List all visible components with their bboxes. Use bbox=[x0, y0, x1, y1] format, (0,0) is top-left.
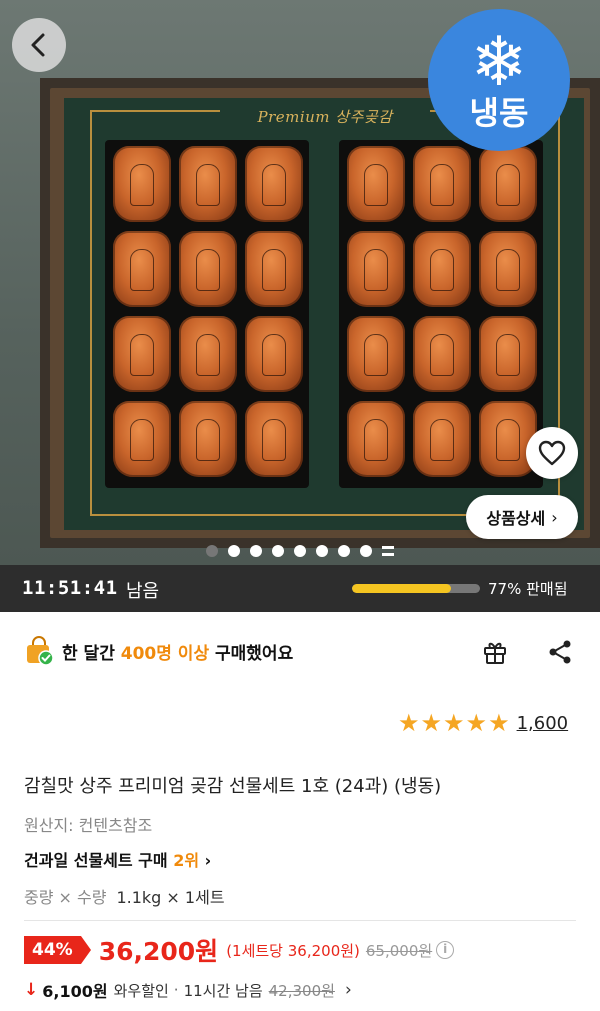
product-detail-label: 상품상세 bbox=[486, 509, 546, 528]
price-row: 44% 36,200원 (1세트당 36,200원) 65,000원 i bbox=[24, 933, 455, 967]
persimmon-item bbox=[479, 316, 537, 392]
carousel-dot[interactable] bbox=[360, 545, 372, 557]
persimmon-item bbox=[179, 401, 237, 477]
shopping-bag-check-icon bbox=[27, 636, 54, 666]
sold-progress-fill bbox=[352, 584, 451, 593]
wow-time-left: 11시간 남음 bbox=[183, 981, 263, 1000]
back-button[interactable] bbox=[12, 18, 66, 72]
persimmon-item bbox=[413, 231, 471, 307]
unit-price: (1세트당 36,200원) bbox=[226, 941, 360, 960]
info-icon[interactable]: i bbox=[436, 941, 455, 959]
heart-icon bbox=[538, 440, 566, 466]
star-icon: ★ bbox=[488, 709, 510, 737]
carousel-dot[interactable] bbox=[272, 545, 284, 557]
gift-box-brand-banner: Premium 상주곶감 bbox=[220, 103, 430, 131]
wow-discount-amount: 6,100원 bbox=[42, 982, 108, 1001]
option-value: 1.1kg × 1세트 bbox=[116, 888, 225, 907]
sale-price: 36,200원 bbox=[98, 937, 219, 966]
persimmon-item bbox=[347, 231, 405, 307]
star-icon: ★ bbox=[465, 709, 488, 737]
wow-separator: · bbox=[173, 981, 179, 999]
category-rank-value: 2위 bbox=[173, 851, 200, 870]
timer-remaining-label: 남음 bbox=[126, 581, 160, 602]
persimmon-tray-right bbox=[339, 140, 543, 488]
persimmon-item bbox=[347, 316, 405, 392]
persimmon-item bbox=[245, 146, 303, 222]
persimmon-item bbox=[179, 231, 237, 307]
carousel-dot[interactable] bbox=[338, 545, 350, 557]
timer-countdown: 11:51:41 bbox=[22, 577, 118, 599]
persimmon-item bbox=[479, 146, 537, 222]
purchase-count-prefix: 한 달간 bbox=[62, 643, 121, 664]
star-icon: ★ bbox=[420, 709, 443, 737]
persimmon-item bbox=[179, 316, 237, 392]
share-icon[interactable] bbox=[547, 639, 573, 665]
persimmon-item bbox=[245, 316, 303, 392]
gift-box-brand-text: Premium 상주곶감 bbox=[257, 108, 393, 126]
persimmon-item bbox=[347, 401, 405, 477]
persimmon-item bbox=[245, 401, 303, 477]
purchase-count-suffix: 구매했어요 bbox=[209, 643, 294, 664]
purchase-count-highlight: 400명 이상 bbox=[120, 643, 210, 664]
original-price: 65,000원 bbox=[365, 941, 433, 960]
wow-original-price: 42,300원 bbox=[268, 981, 335, 1000]
chevron-left-icon bbox=[31, 33, 45, 57]
persimmon-item bbox=[413, 146, 471, 222]
carousel-dot[interactable] bbox=[228, 545, 240, 557]
chevron-right-icon: › bbox=[344, 980, 352, 1000]
persimmon-item bbox=[413, 401, 471, 477]
product-title: 감칠맛 상주 프리미엄 곶감 선물세트 1호 (24과) (냉동) bbox=[24, 776, 442, 797]
product-image-carousel[interactable]: Premium 상주곶감 ❄ 냉동 상품상세 › bbox=[0, 0, 600, 565]
arrow-down-icon: ↓ bbox=[24, 980, 39, 1000]
snowflake-icon: ❄ bbox=[470, 23, 528, 102]
persimmon-item bbox=[245, 231, 303, 307]
option-label: 중량 × 수량 bbox=[24, 888, 107, 907]
sold-percent-text: 77% 판매됨 bbox=[488, 580, 568, 598]
persimmon-item bbox=[113, 316, 171, 392]
wow-discount-label: 와우할인 bbox=[113, 981, 169, 1000]
persimmon-item bbox=[113, 401, 171, 477]
persimmon-item bbox=[113, 231, 171, 307]
category-rank-prefix: 건과일 선물세트 구매 bbox=[24, 851, 174, 870]
purchase-count-text: 한 달간 400명 이상 구매했어요 bbox=[62, 639, 293, 664]
discount-badge: 44% bbox=[24, 936, 91, 964]
gift-icon[interactable] bbox=[482, 639, 508, 665]
persimmon-item bbox=[413, 316, 471, 392]
wishlist-button[interactable] bbox=[526, 427, 578, 479]
star-icon: ★ bbox=[443, 709, 465, 737]
category-rank-link[interactable]: 건과일 선물세트 구매 2위 › bbox=[24, 847, 211, 871]
purchase-count-row: 한 달간 400명 이상 구매했어요 bbox=[24, 634, 293, 668]
star-icon: ★ bbox=[398, 709, 420, 737]
persimmon-item bbox=[113, 146, 171, 222]
frozen-badge: ❄ 냉동 bbox=[428, 9, 570, 151]
divider bbox=[24, 920, 576, 921]
star-rating: ★★★★★ bbox=[398, 710, 511, 736]
carousel-dot[interactable] bbox=[294, 545, 306, 557]
product-origin: 원산지: 컨텐츠참조 bbox=[24, 816, 153, 835]
frozen-badge-label: 냉동 bbox=[469, 94, 529, 132]
persimmon-item bbox=[479, 231, 537, 307]
chevron-right-icon: › bbox=[199, 851, 212, 870]
carousel-dot[interactable] bbox=[206, 545, 218, 557]
persimmon-item bbox=[179, 146, 237, 222]
option-row: 중량 × 수량 1.1kg × 1세트 bbox=[24, 884, 225, 908]
carousel-more-icon[interactable] bbox=[382, 546, 394, 556]
persimmon-tray-left bbox=[105, 140, 309, 488]
wow-discount-row[interactable]: ↓ 6,100원 와우할인 · 11시간 남음 42,300원 › bbox=[24, 977, 352, 1003]
carousel-dot[interactable] bbox=[250, 545, 262, 557]
persimmon-item bbox=[347, 146, 405, 222]
carousel-indicator bbox=[0, 544, 600, 558]
review-count-link[interactable]: 1,600 bbox=[517, 713, 569, 734]
carousel-dot[interactable] bbox=[316, 545, 328, 557]
sold-progress-bar bbox=[352, 584, 480, 593]
chevron-right-icon: › bbox=[551, 507, 558, 527]
product-detail-button[interactable]: 상품상세 › bbox=[466, 495, 578, 539]
rating-row[interactable]: ★★★★★ 1,600 bbox=[398, 709, 568, 737]
